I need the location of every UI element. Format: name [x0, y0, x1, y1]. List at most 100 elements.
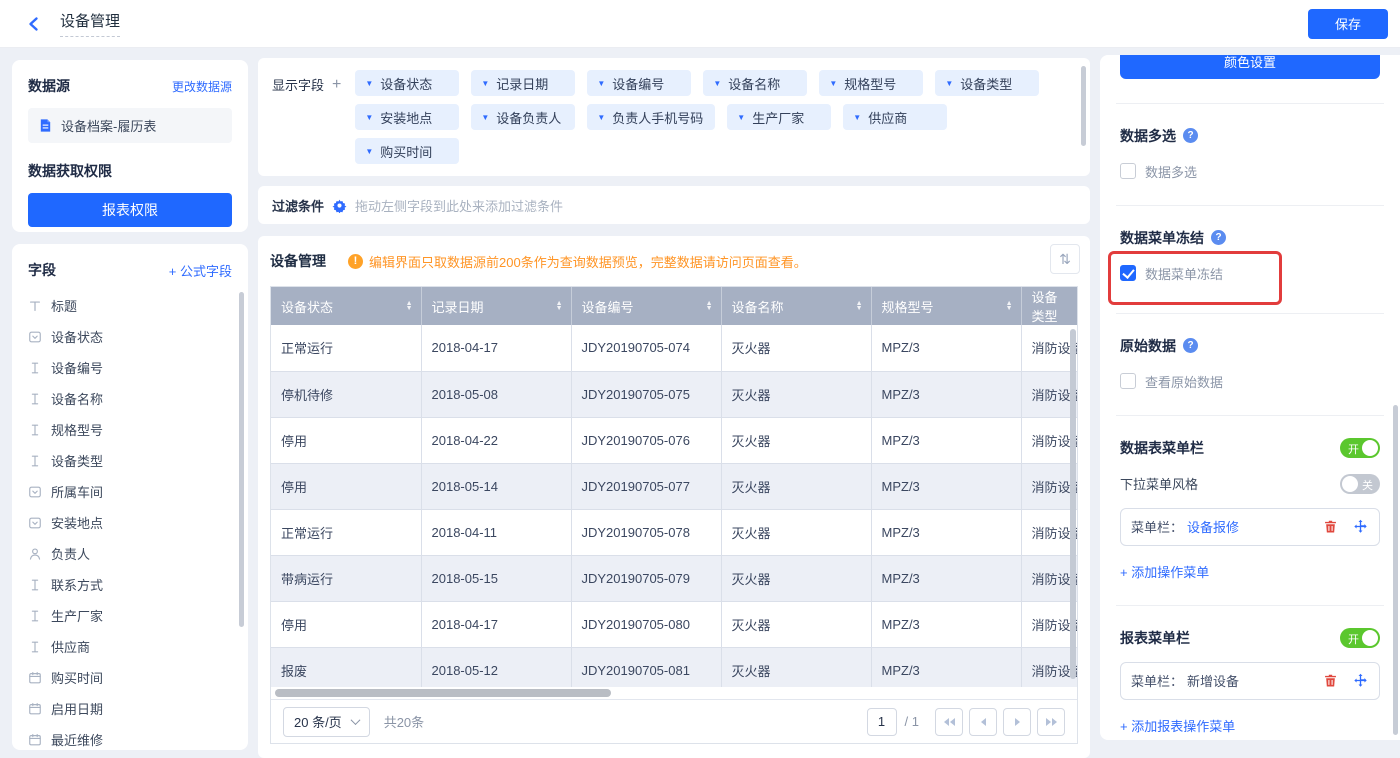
field-item-date[interactable]: 最近维修: [28, 724, 248, 750]
data-table: 设备状态 ▲ ▼ 记录日期 ▲ ▼ 设备编号 ▲ ▼ 设备名称 ▲ ▼ 规格型号 ▲ ▼ 设备类型 …: [270, 286, 1078, 744]
scrollbar[interactable]: [1070, 329, 1076, 679]
field-item-text[interactable]: 供应商: [28, 631, 248, 662]
last-page-button[interactable]: [1037, 707, 1065, 736]
table-row[interactable]: 正常运行 2018-04-17 JDY20190705-074 灭火器 MPZ/3 消防设…: [271, 325, 1077, 372]
change-datasource-link[interactable]: 更改数据源: [172, 78, 232, 95]
field-item-text[interactable]: 设备名称: [28, 383, 248, 414]
menu-item-name[interactable]: 设备报修: [1187, 517, 1239, 536]
column-header[interactable]: 设备状态 ▲ ▼: [271, 287, 422, 325]
next-page-button[interactable]: [1003, 707, 1031, 736]
column-header[interactable]: 规格型号 ▲ ▼: [871, 287, 1022, 325]
add-report-action-menu-link[interactable]: + 添加报表操作菜单: [1120, 716, 1235, 735]
display-field-chip[interactable]: ▼ 规格型号: [819, 70, 924, 96]
display-field-chip[interactable]: ▼ 设备类型: [935, 70, 1040, 96]
table-row[interactable]: 停用2018-04-17JDY20190705-080灭火器MPZ/3消防设备: [271, 601, 1077, 648]
checkbox-unchecked[interactable]: [1120, 163, 1136, 179]
help-icon[interactable]: ?: [1183, 338, 1198, 353]
field-item-select[interactable]: 设备状态: [28, 321, 248, 352]
fields-title: 字段: [28, 262, 56, 278]
column-header[interactable]: 设备名称 ▲ ▼: [721, 287, 872, 325]
gear-icon[interactable]: [332, 198, 347, 213]
report-menu-toggle[interactable]: 开: [1340, 627, 1380, 648]
menu-item[interactable]: 菜单栏： 新增设备: [1120, 661, 1380, 700]
report-permission-button[interactable]: 报表权限: [28, 193, 232, 227]
checkbox-checked[interactable]: [1120, 265, 1136, 281]
table-row[interactable]: 停机待修 2018-05-08 JDY20190705-075 灭火器 MPZ/3 消防设…: [271, 371, 1077, 418]
select-field-icon: [29, 517, 41, 528]
horizontal-scrollbar[interactable]: [275, 689, 611, 697]
table-row[interactable]: 停用2018-05-14JDY20190705-077灭火器MPZ/3消防设备: [271, 463, 1077, 510]
help-icon[interactable]: ?: [1183, 128, 1198, 143]
column-header[interactable]: 设备编号 ▲ ▼: [571, 287, 722, 325]
display-field-chip[interactable]: ▼ 供应商: [843, 104, 948, 130]
field-item-user[interactable]: 负责人: [28, 538, 248, 569]
display-field-chip[interactable]: ▼ 购买时间: [355, 138, 460, 164]
display-field-chip[interactable]: ▼ 设备名称: [703, 70, 808, 96]
back-button[interactable]: [22, 12, 46, 36]
menu-item[interactable]: 菜单栏： 设备报修: [1120, 507, 1380, 546]
trash-icon: [1324, 520, 1336, 533]
sort-arrows-icon[interactable]: ▲ ▼: [406, 300, 413, 312]
add-formula-field-link[interactable]: + 公式字段: [169, 261, 232, 280]
move-menu-button[interactable]: [1351, 518, 1369, 536]
settings-panel: 颜色设置 数据多选 ? 数据多选 数据菜单冻结 ? 数据菜单冻结 原始数据 ? …: [1100, 55, 1400, 740]
table-row[interactable]: 带病运行 2018-05-15 JDY20190705-079 灭火器 MPZ/3 消防设…: [271, 555, 1077, 602]
prev-page-button[interactable]: [969, 707, 997, 736]
table-row[interactable]: 报废2018-05-12JDY20190705-081灭火器MPZ/3消防设备: [271, 647, 1077, 687]
field-item-text[interactable]: 生产厂家: [28, 600, 248, 631]
delete-menu-button[interactable]: [1321, 672, 1339, 690]
sort-arrows-icon[interactable]: ▲ ▼: [706, 300, 713, 312]
menu-freeze-checkbox[interactable]: 数据菜单冻结: [1108, 250, 1282, 305]
filter-card[interactable]: 过滤条件 拖动左侧字段到此处来添加过滤条件: [258, 186, 1090, 224]
display-field-chip[interactable]: ▼ 记录日期: [471, 70, 576, 96]
column-header[interactable]: 设备类型: [1021, 287, 1077, 325]
column-header[interactable]: 记录日期 ▲ ▼: [421, 287, 572, 325]
field-item-select[interactable]: 所属车间: [28, 476, 248, 507]
page-size-select[interactable]: 20 条/页: [283, 706, 370, 737]
raw-data-checkbox[interactable]: 查看原始数据: [1120, 372, 1223, 391]
field-item-date[interactable]: 购买时间: [28, 662, 248, 693]
field-item-text[interactable]: 设备编号: [28, 352, 248, 383]
chevron-down-icon: ▼: [365, 146, 374, 156]
help-icon[interactable]: ?: [1211, 230, 1226, 245]
sort-arrows-icon[interactable]: ▲ ▼: [1006, 300, 1013, 312]
display-field-chip[interactable]: ▼ 安装地点: [355, 104, 460, 130]
table-card: 设备管理 ! 编辑界面只取数据源前200条作为查询数据预览，完整数据请访问页面查…: [258, 236, 1090, 758]
datasource-item[interactable]: 设备档案-履历表: [28, 108, 232, 143]
table-row[interactable]: 停用2018-04-22JDY20190705-076灭火器MPZ/3消防设备: [271, 417, 1077, 464]
table-menu-toggle[interactable]: 开: [1340, 437, 1380, 458]
first-page-button[interactable]: [935, 707, 963, 736]
add-display-field-button[interactable]: +: [332, 76, 341, 94]
field-item-select[interactable]: 安装地点: [28, 507, 248, 538]
field-item-title[interactable]: 标题: [28, 290, 248, 321]
display-field-chip[interactable]: ▼ 生产厂家: [727, 104, 832, 130]
scrollbar[interactable]: [1393, 405, 1398, 735]
chevron-down-icon: ▼: [597, 112, 606, 122]
fields-card: 字段 + 公式字段 标题 设备状态 设备编号 设备名称 规格型号 设备类型 所属…: [12, 244, 248, 750]
checkbox-unchecked[interactable]: [1120, 373, 1136, 389]
move-menu-button[interactable]: [1351, 672, 1369, 690]
scrollbar[interactable]: [239, 292, 244, 627]
sort-arrows-icon[interactable]: ▲ ▼: [856, 300, 863, 312]
page-number-input[interactable]: 1: [866, 707, 897, 736]
add-action-menu-link[interactable]: + 添加操作菜单: [1120, 562, 1209, 581]
display-field-chip[interactable]: ▼ 设备负责人: [471, 104, 576, 130]
display-field-chip[interactable]: ▼ 负责人手机号码: [587, 104, 716, 130]
display-field-chip[interactable]: ▼ 设备状态: [355, 70, 460, 96]
field-item-date[interactable]: 启用日期: [28, 693, 248, 724]
page-title: 设备管理: [60, 10, 121, 37]
sort-arrows-icon[interactable]: ▲ ▼: [556, 300, 563, 312]
field-item-text[interactable]: 联系方式: [28, 569, 248, 600]
table-sort-button[interactable]: ⇅: [1050, 244, 1080, 274]
multi-select-checkbox[interactable]: 数据多选: [1120, 162, 1197, 181]
menu-item-name[interactable]: 新增设备: [1187, 671, 1239, 690]
field-item-text[interactable]: 设备类型: [28, 445, 248, 476]
display-field-chip[interactable]: ▼ 设备编号: [587, 70, 692, 96]
field-item-text[interactable]: 规格型号: [28, 414, 248, 445]
save-button[interactable]: 保存: [1308, 8, 1388, 39]
dropdown-style-toggle[interactable]: 关: [1340, 473, 1380, 494]
table-row[interactable]: 正常运行 2018-04-11 JDY20190705-078 灭火器 MPZ/3 消防设…: [271, 509, 1077, 556]
scrollbar[interactable]: [1081, 66, 1086, 146]
delete-menu-button[interactable]: [1321, 518, 1339, 536]
color-settings-button[interactable]: 颜色设置: [1120, 55, 1380, 79]
